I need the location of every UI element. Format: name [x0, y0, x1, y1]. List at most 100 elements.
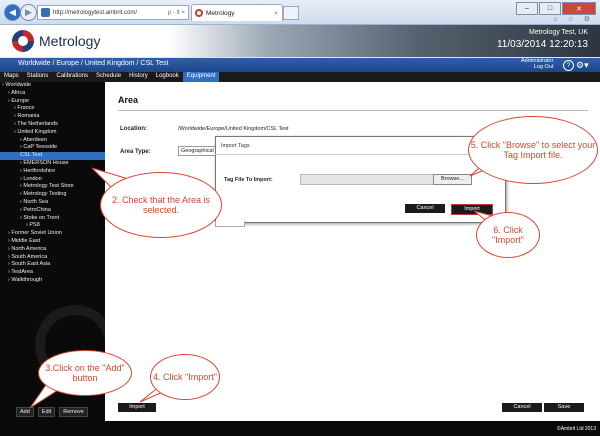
callout-add: 3.Click on the "Add" button: [38, 350, 132, 396]
tree-item-label: United Kingdom: [17, 128, 57, 135]
tab-logbook[interactable]: Logbook: [152, 72, 183, 82]
minimize-button[interactable]: –: [516, 2, 538, 15]
tree-item-label: Hertfordshire: [23, 167, 56, 174]
tree-item[interactable]: › Metrology Testing: [0, 191, 105, 199]
status-bar: [0, 421, 600, 436]
tree-item-label: Metrology Testing: [23, 191, 67, 198]
back-arrow-icon[interactable]: ◀: [4, 4, 21, 21]
sidebar-buttons: Add Edit Remove: [16, 407, 88, 417]
tree-item[interactable]: › PS8: [0, 222, 105, 230]
tree-item[interactable]: › Europe: [0, 98, 105, 106]
tab-stations[interactable]: Stations: [23, 72, 53, 82]
tree-item[interactable]: › Worldwide: [0, 82, 105, 90]
tree-item[interactable]: CSL Test: [0, 152, 105, 160]
browser-toolbar-icons[interactable]: ⌂ ☆ ⚙: [553, 15, 594, 23]
callout-import: 4. Click "Import": [150, 354, 220, 400]
site-name: Metrology Test, UK: [528, 29, 588, 36]
new-tab-button[interactable]: [283, 6, 299, 20]
time: 12:20:13: [549, 39, 588, 50]
callout-browse: 5. Click "Browse" to select your Tag Imp…: [468, 116, 598, 184]
tab-history[interactable]: History: [125, 72, 152, 82]
tree-item-label: Worldwide: [5, 82, 31, 88]
tree-item-label: PetroChina: [23, 206, 51, 213]
tree-item[interactable]: › London: [0, 176, 105, 184]
tree-item[interactable]: › Romania: [0, 113, 105, 121]
add-button[interactable]: Add: [16, 407, 34, 417]
tree-item-label: South America: [11, 253, 48, 260]
window-controls: – □ ✕: [516, 2, 596, 15]
logo: Metrology: [12, 30, 100, 52]
browse-button[interactable]: Browse...: [433, 174, 472, 185]
tree-item-label: France: [17, 105, 35, 112]
cancel-button[interactable]: Cancel: [502, 403, 542, 412]
page-title: Area: [118, 95, 139, 105]
tab-close-icon[interactable]: ×: [274, 10, 282, 17]
tree-item[interactable]: › Walkthrough: [0, 277, 105, 285]
logo-text: Metrology: [39, 33, 101, 49]
file-path-field[interactable]: [300, 174, 434, 185]
tree-item[interactable]: › TestArea: [0, 269, 105, 277]
main-nav: Maps Stations Calibrations Schedule History L…: [0, 72, 600, 82]
dialog-cancel-button[interactable]: Cancel: [405, 204, 445, 213]
tree-item[interactable]: › EMERSON House: [0, 160, 105, 168]
tab-schedule[interactable]: Schedule: [92, 72, 125, 82]
edit-button[interactable]: Edit: [37, 407, 56, 417]
save-button[interactable]: Save: [544, 403, 584, 412]
tree-item-label: EMERSON House: [23, 159, 69, 166]
tree-item[interactable]: › Hertfordshire: [0, 168, 105, 176]
close-window-button[interactable]: ✕: [562, 2, 596, 15]
import-button[interactable]: Import: [118, 403, 156, 412]
tree-item-label: Former Soviet Union: [11, 230, 62, 237]
tree-item[interactable]: › The Netherlands: [0, 121, 105, 129]
tree-item[interactable]: › Metrology Test Store: [0, 183, 105, 191]
tree-item-label: Romania: [17, 113, 40, 120]
partial-field: [215, 221, 245, 227]
datetime: 11/03/2014 12:20:13: [497, 39, 588, 50]
tree-item-label: Metrology Test Store: [23, 183, 74, 190]
location-value: /Worldwide/Europe/United Kingdom/CSL Tes…: [178, 126, 289, 132]
tree-item[interactable]: › North America: [0, 246, 105, 254]
tree-item[interactable]: › Aberdeen: [0, 137, 105, 145]
location-label: Location:: [120, 126, 147, 132]
help-icon[interactable]: ?: [563, 60, 574, 71]
file-label: Tag File To Import:: [224, 177, 273, 183]
tree-item[interactable]: › Former Soviet Union: [0, 230, 105, 238]
tab-maps[interactable]: Maps: [0, 72, 23, 82]
tab-title: Metrology: [206, 9, 235, 17]
tree-item[interactable]: › Africa: [0, 90, 105, 98]
tree-item-label: North Sea: [23, 198, 49, 205]
tab-equipment[interactable]: Equipment: [182, 72, 220, 82]
tree-item-label: Europe: [11, 97, 30, 104]
tree-item[interactable]: › Stoke on Trent: [0, 215, 105, 223]
tree-item[interactable]: › PetroChina: [0, 207, 105, 215]
callout-dialog-import: 6. Click "Import": [476, 212, 540, 258]
callout-area-selected: 2. Check that the Area is selected.: [100, 172, 222, 238]
date: 11/03/2014: [496, 39, 547, 50]
gear-icon[interactable]: ⚙▾: [576, 60, 589, 71]
address-text: http://metrologytest.ambrit.com/: [53, 9, 138, 16]
maximize-button[interactable]: □: [539, 2, 561, 15]
tree-item[interactable]: › North Sea: [0, 199, 105, 207]
forward-arrow-icon[interactable]: ▶: [20, 4, 37, 21]
tab-favicon-icon: [195, 9, 203, 17]
tree-item[interactable]: › CaP Teesside: [0, 144, 105, 152]
tree-item[interactable]: › South America: [0, 254, 105, 262]
tree-item-label: The Netherlands: [17, 120, 58, 127]
breadcrumb: Worldwide / Europe / United Kingdom / CS…: [18, 60, 169, 67]
tree-item[interactable]: › France: [0, 105, 105, 113]
tree-item[interactable]: › Middle East: [0, 238, 105, 246]
tree-item[interactable]: › United Kingdom: [0, 129, 105, 137]
tree-item[interactable]: › South East Asia: [0, 261, 105, 269]
address-actions[interactable]: ρ - ¢ ×: [168, 10, 188, 16]
remove-button[interactable]: Remove: [59, 407, 88, 417]
area-type-label: Area Type:: [120, 149, 151, 155]
tab-calibrations[interactable]: Calibrations: [52, 72, 92, 82]
address-bar[interactable]: http://metrologytest.ambrit.com/ ρ - ¢ ×: [37, 5, 189, 20]
browser-tab[interactable]: Metrology ×: [191, 4, 283, 21]
logout-link[interactable]: Log Out: [521, 64, 554, 70]
site-favicon-icon: [41, 8, 50, 17]
tree-item-label: Walkthrough: [11, 276, 43, 283]
tree-item-label: PS8: [29, 222, 40, 229]
tree-item-label: CaP Teesside: [23, 144, 58, 151]
dialog-import-button[interactable]: Import: [451, 204, 493, 215]
